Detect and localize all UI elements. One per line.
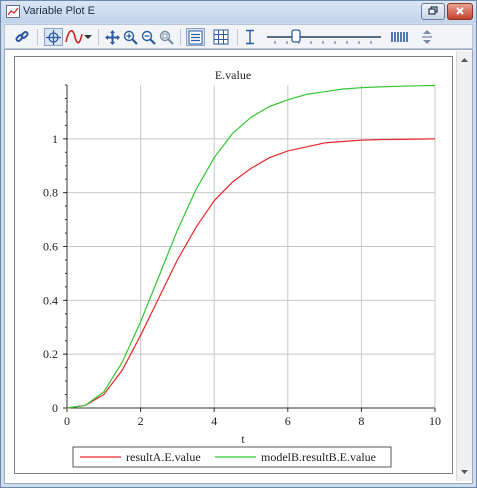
zoom-fit-button[interactable] (158, 28, 175, 46)
chart-grid (66, 85, 436, 409)
y-tick-label: 0.4 (43, 293, 58, 307)
x-axis-label: t (241, 432, 245, 446)
legend-icon (188, 30, 203, 44)
pan-icon (105, 29, 120, 45)
x-tick-label: 4 (211, 414, 217, 428)
y-tick-label: 0 (52, 401, 58, 415)
scroll-up-icon[interactable] (457, 53, 472, 67)
crosshair-button[interactable] (44, 28, 63, 46)
y-tick-label: 0.8 (43, 186, 58, 200)
link-button[interactable] (13, 28, 31, 46)
x-tick-label: 2 (138, 414, 144, 428)
plot-window: Variable Plot E 0 2 4 6 8 10 0 0.2 0.4 0… (0, 0, 477, 488)
title-bar[interactable]: Variable Plot E (1, 1, 476, 23)
dropdown-arrow-icon (84, 35, 92, 39)
zoom-out-icon (141, 30, 156, 45)
series-line-1 (66, 138, 436, 409)
ruler-icon (391, 32, 408, 42)
legend-label-series-1: resultA.E.value (126, 450, 201, 464)
reset-button[interactable] (418, 28, 436, 46)
slider-handle[interactable] (291, 29, 301, 43)
grid-button[interactable] (212, 28, 230, 46)
text-cursor-button[interactable] (242, 28, 257, 46)
time-slider[interactable] (265, 28, 383, 46)
curve-style-button[interactable] (65, 28, 83, 46)
zoom-fit-icon (159, 30, 174, 45)
legend-button[interactable] (186, 28, 205, 46)
vertical-scrollbar[interactable] (456, 51, 472, 481)
line-chart[interactable]: 0 2 4 6 8 10 0 0.2 0.4 0.6 0.8 1 E.value t resultA.… (15, 57, 452, 473)
x-tick-label: 8 (358, 414, 364, 428)
ruler-button[interactable] (389, 28, 411, 46)
x-tick-label: 6 (285, 414, 291, 428)
restore-button[interactable] (421, 3, 445, 20)
grid-icon (213, 29, 229, 45)
chart-axes: 0 2 4 6 8 10 0 0.2 0.4 0.6 0.8 1 (43, 84, 441, 428)
close-button[interactable] (447, 3, 473, 20)
pan-button[interactable] (104, 28, 121, 46)
plot-toolbar (4, 24, 473, 49)
chart-legend: resultA.E.value modelB.resultB.E.value (72, 446, 392, 468)
link-icon (15, 30, 29, 43)
scroll-down-icon[interactable] (457, 465, 472, 479)
slider-track (267, 29, 381, 44)
reset-icon (422, 30, 432, 44)
x-tick-label: 10 (429, 414, 441, 428)
close-icon (456, 7, 464, 15)
restore-icon (428, 6, 438, 15)
crosshair-icon (46, 29, 61, 45)
plot-window-icon (6, 5, 20, 18)
zoom-in-icon (123, 30, 138, 45)
y-tick-label: 1 (52, 132, 58, 146)
window-title: Variable Plot E (23, 5, 95, 17)
chart-title: E.value (215, 68, 251, 82)
curve-style-icon (65, 30, 83, 44)
curve-style-dropdown[interactable] (83, 28, 93, 46)
y-tick-label: 0.2 (43, 347, 58, 361)
x-tick-label: 0 (64, 414, 70, 428)
y-tick-label: 0.6 (43, 240, 58, 254)
plot-frame: 0 2 4 6 8 10 0 0.2 0.4 0.6 0.8 1 E.value t resultA.… (14, 56, 453, 474)
zoom-in-button[interactable] (122, 28, 139, 46)
zoom-out-button[interactable] (140, 28, 157, 46)
text-cursor-icon (245, 29, 254, 45)
legend-label-series-2: modelB.resultB.E.value (261, 450, 376, 464)
